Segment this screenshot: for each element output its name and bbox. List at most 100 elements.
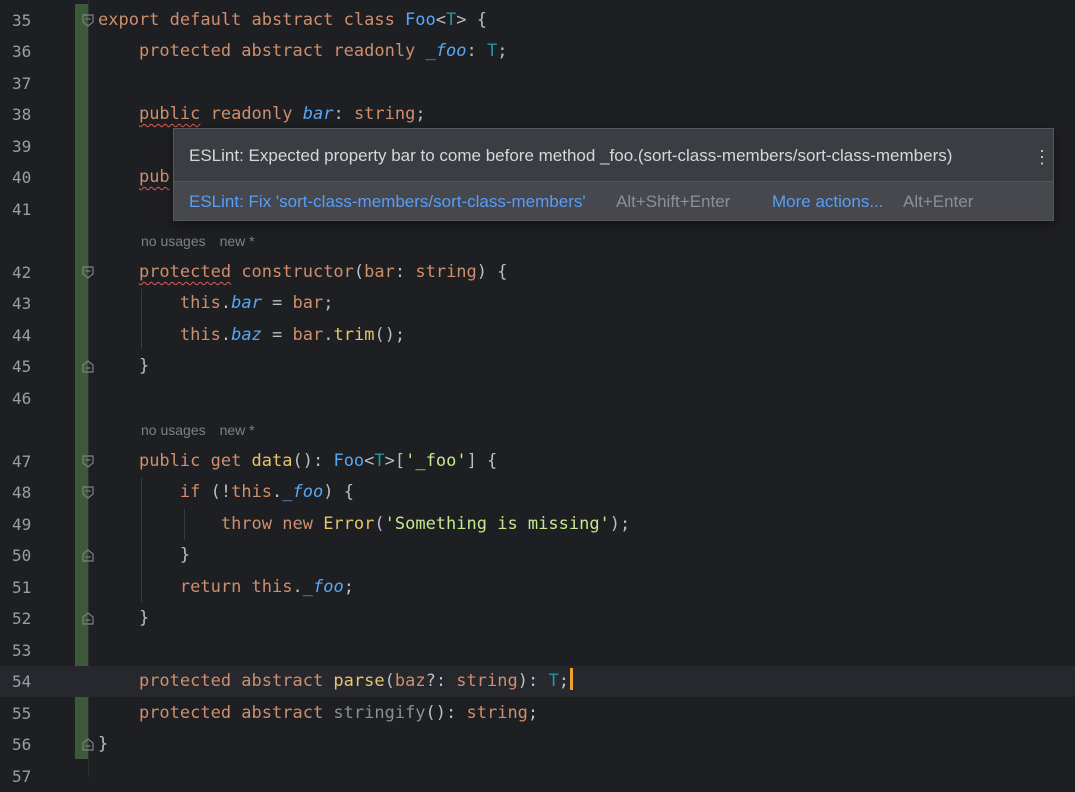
code-text[interactable]: } [98,540,190,571]
line-number[interactable]: 40 [12,162,52,193]
code-token: . [220,325,232,345]
code-text[interactable]: this.baz = bar.trim(); [98,320,405,351]
code-token: ; [415,104,426,124]
code-token: . [272,482,283,502]
code-line[interactable]: 54 protected abstract parse(baz?: string… [0,666,1075,697]
code-text[interactable]: } [98,351,149,382]
eslint-fix-action[interactable]: ESLint: Fix 'sort-class-members/sort-cla… [189,192,586,212]
line-number[interactable]: 56 [12,729,52,760]
code-line[interactable]: 35 export default abstract class Foo<T> { [0,5,1075,36]
code-line[interactable]: 38 public readonly bar: string; [0,99,1075,130]
code-token: = [261,325,293,345]
code-line[interactable]: 56} [0,729,1075,760]
code-line[interactable]: 46 [0,383,1075,414]
code-text[interactable]: public get data(): Foo<T>['_foo'] { [98,446,497,477]
code-line[interactable]: 51 return this._foo; [0,572,1075,603]
code-token: string [466,703,528,723]
code-line[interactable]: 42 protected constructor(bar: string) { [0,257,1075,288]
code-line[interactable]: 47 public get data(): Foo<T>['_foo'] { [0,446,1075,477]
code-line[interactable]: 36 protected abstract readonly _foo: T; [0,36,1075,67]
line-number[interactable]: 48 [12,477,52,508]
author-hint[interactable]: new * [220,233,255,249]
code-token: Error [323,514,375,534]
line-number[interactable]: 45 [12,351,52,382]
code-line[interactable]: 53 [0,635,1075,666]
code-text[interactable]: throw new Error('Something is missing'); [98,509,630,540]
code-line[interactable]: 52 } [0,603,1075,634]
code-token: stringify [333,703,426,723]
error-underlined-token: pub [138,167,170,187]
code-token: bar [292,293,324,313]
more-actions-link[interactable]: More actions... [772,192,884,212]
code-line[interactable]: 45 } [0,351,1075,382]
code-text[interactable]: protected abstract parse(baz?: string): … [98,666,573,697]
code-text[interactable]: } [98,729,108,760]
line-number[interactable]: 41 [12,194,52,225]
more-options-icon[interactable]: ⋮ [1033,146,1051,168]
line-number[interactable]: 43 [12,288,52,319]
code-line[interactable]: 48 if (!this._foo) { [0,477,1075,508]
usages-hint[interactable]: no usages [141,233,206,249]
code-token: T [374,451,385,471]
fold-collapse-icon[interactable] [82,455,94,468]
fold-end-icon[interactable] [82,612,94,625]
code-line[interactable]: 55 protected abstract stringify(): strin… [0,698,1075,729]
fold-end-icon[interactable] [82,549,94,562]
line-number[interactable]: 35 [12,5,52,36]
line-number[interactable]: 49 [12,509,52,540]
usages-hint[interactable]: no usages [141,422,206,438]
fold-collapse-icon[interactable] [82,486,94,499]
code-token: ( [353,262,365,282]
line-number[interactable]: 46 [12,383,52,414]
line-number[interactable]: 42 [12,257,52,288]
code-text[interactable]: return this._foo; [98,572,354,603]
line-number[interactable]: 53 [12,635,52,666]
fold-end-icon[interactable] [82,738,94,751]
code-text[interactable]: this.bar = bar; [98,288,334,319]
code-token: } [98,608,150,628]
code-token: T [486,41,498,61]
code-editor[interactable]: 35 export default abstract class Foo<T> {… [0,0,1075,786]
line-number[interactable]: 37 [12,68,52,99]
code-token: parse [333,671,385,691]
fold-end-icon[interactable] [82,360,94,373]
code-line[interactable]: 44 this.baz = bar.trim(); [0,320,1075,351]
fold-collapse-icon[interactable] [82,266,94,279]
code-line[interactable]: 50 } [0,540,1075,571]
code-text[interactable]: public readonly bar: string; [98,99,426,130]
code-token: >[ [384,451,406,471]
code-line[interactable]: 49 throw new Error('Something is missing… [0,509,1075,540]
code-text[interactable]: if (!this._foo) { [98,477,354,508]
code-token: string [456,671,518,691]
line-number[interactable]: 50 [12,540,52,571]
code-text[interactable]: protected abstract readonly _foo: T; [98,36,508,67]
line-number[interactable]: 47 [12,446,52,477]
code-text[interactable]: export default abstract class Foo<T> { [98,5,487,36]
fold-collapse-icon[interactable] [82,14,94,27]
code-token: > { [456,10,487,30]
code-line[interactable]: 37 [0,68,1075,99]
line-number[interactable]: 51 [12,572,52,603]
code-text[interactable]: protected abstract stringify(): string; [98,698,538,729]
code-text[interactable]: pub [98,162,170,193]
code-line[interactable]: 43 this.bar = bar; [0,288,1075,319]
line-number[interactable]: 36 [12,36,52,67]
code-text[interactable]: } [98,603,149,634]
line-number[interactable]: 54 [12,666,52,697]
popup-actions-bar: ESLint: Fix 'sort-class-members/sort-cla… [174,181,1053,220]
code-token: ( [374,514,385,534]
line-number[interactable]: 55 [12,698,52,729]
code-token: ; [323,293,334,313]
inlay-hint[interactable]: no usages new * [141,231,255,251]
code-token: T [548,671,559,691]
code-token: return this [179,577,293,597]
line-number[interactable]: 38 [12,99,52,130]
line-number[interactable]: 39 [12,131,52,162]
line-number[interactable]: 44 [12,320,52,351]
line-number[interactable]: 52 [12,603,52,634]
code-text[interactable]: protected constructor(bar: string) { [98,257,508,288]
inlay-hint[interactable]: no usages new * [141,420,255,440]
author-hint[interactable]: new * [220,422,255,438]
code-token: readonly [200,104,303,124]
